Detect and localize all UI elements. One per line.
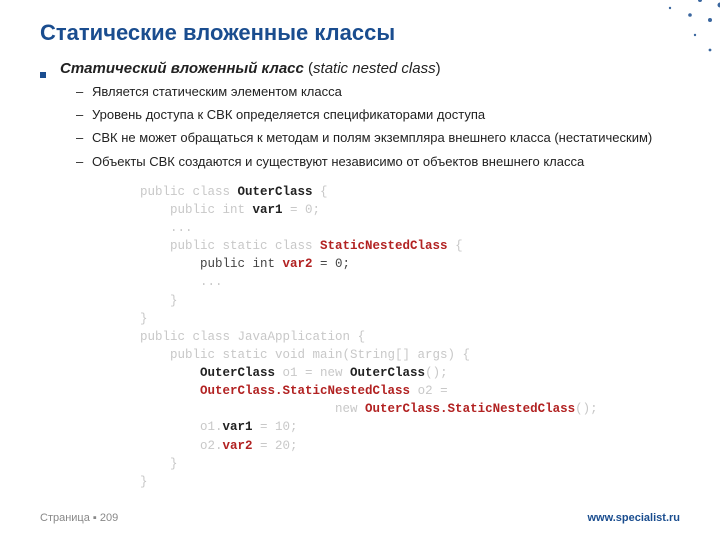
slide-title: Статические вложенные классы: [40, 20, 680, 46]
code-block: public class OuterClass { public int var…: [140, 183, 680, 491]
list-item: СВК не может обращаться к методам и поля…: [76, 129, 680, 147]
site-link: www.specialist.ru: [587, 512, 680, 524]
slide-content: Статические вложенные классы Статический…: [0, 0, 720, 491]
lead-text: Статический вложенный класс (static nest…: [60, 60, 441, 77]
lead-bold: Статический вложенный класс: [60, 60, 304, 77]
bullet-list: Является статическим элементом класса Ур…: [76, 83, 680, 171]
list-item: Является статическим элементом класса: [76, 83, 680, 101]
list-item: Уровень доступа к СВК определяется специ…: [76, 106, 680, 124]
lead-italic: static nested class: [313, 60, 436, 77]
list-item: Объекты СВК создаются и существуют незав…: [76, 153, 680, 171]
page-number: Страница ▪ 209: [40, 512, 118, 524]
footer: Страница ▪ 209 www.specialist.ru: [0, 512, 720, 524]
lead-line: Статический вложенный класс (static nest…: [40, 60, 680, 77]
bullet-marker-icon: [40, 72, 46, 78]
